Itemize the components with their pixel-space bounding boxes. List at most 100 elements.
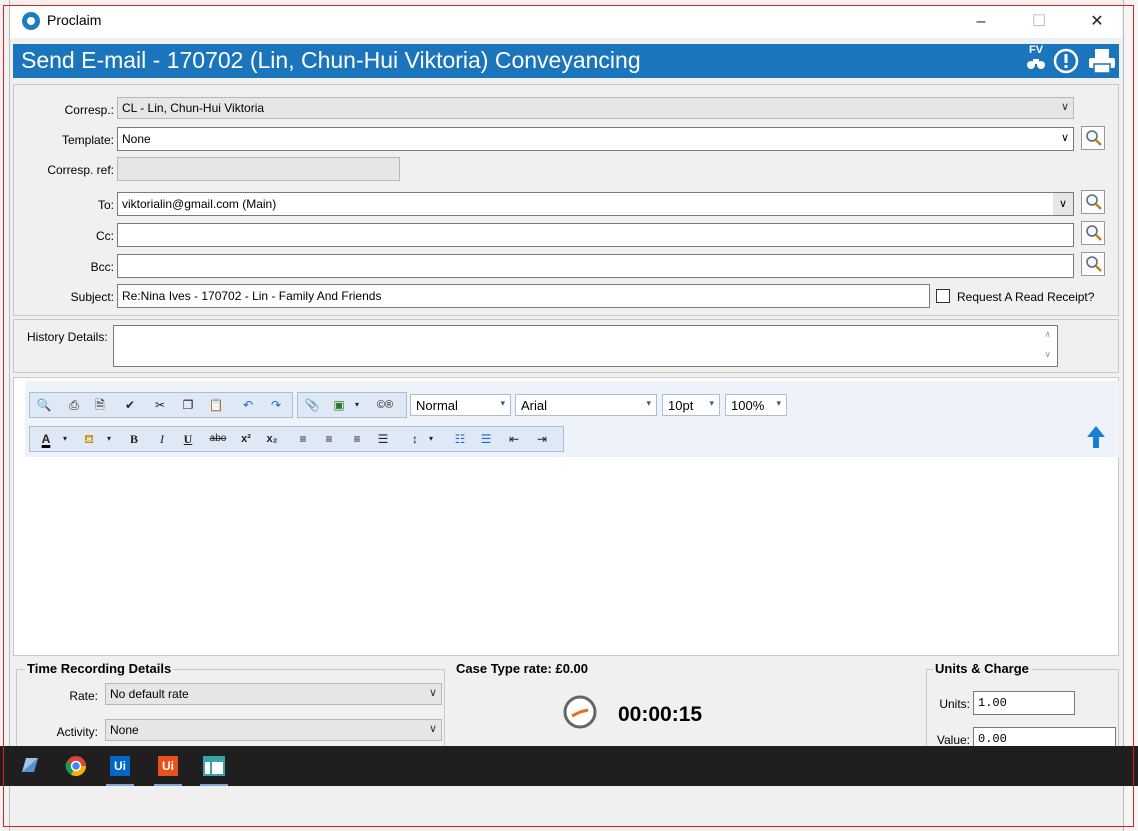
- paragraph-style-select[interactable]: Normal ▾: [410, 394, 511, 416]
- close-button[interactable]: ✕: [1074, 6, 1120, 38]
- editor-toolbar-group-1: 🔍 ⎙ 🗎 ✔ ✂ ❐ 📋 ↶ ↷: [29, 392, 293, 418]
- find-icon[interactable]: 🔍: [34, 396, 54, 414]
- underline-button[interactable]: U: [180, 430, 196, 448]
- zoom-select[interactable]: 100% ▾: [725, 394, 787, 416]
- font-size-select[interactable]: 10pt ▾: [662, 394, 720, 416]
- insert-image-icon[interactable]: ▣: [328, 396, 350, 414]
- activity-select[interactable]: None ∨: [105, 719, 442, 741]
- subscript-button[interactable]: x₂: [262, 430, 282, 448]
- chevron-down-icon: ▾: [646, 398, 651, 408]
- cc-field[interactable]: [117, 223, 1074, 247]
- rate-value: No default rate: [110, 687, 189, 701]
- value-label: Value:: [936, 733, 970, 747]
- history-details-field[interactable]: ∧ ∨: [113, 325, 1058, 367]
- chevron-down-icon: ▾: [776, 398, 781, 408]
- template-select[interactable]: None ∨: [117, 127, 1074, 151]
- align-right-icon[interactable]: ≡: [348, 430, 366, 448]
- italic-button[interactable]: I: [154, 430, 170, 448]
- increase-indent-icon[interactable]: ⇥: [532, 430, 552, 448]
- taskbar-app-uipath-robot[interactable]: Ui: [154, 752, 182, 786]
- magnifier-icon: [1086, 256, 1102, 272]
- background-app-left-edge: [0, 0, 9, 831]
- superscript-button[interactable]: x²: [236, 430, 256, 448]
- cc-search-button[interactable]: [1081, 221, 1105, 245]
- read-receipt-checkbox[interactable]: [936, 289, 950, 303]
- font-family-select[interactable]: Arial ▾: [515, 394, 657, 416]
- magnifier-icon: [1086, 194, 1102, 210]
- magnifier-icon: [1086, 130, 1102, 146]
- scroll-down-icon[interactable]: ∨: [1044, 349, 1051, 360]
- corresp-ref-field[interactable]: [117, 157, 400, 181]
- print-icon[interactable]: ⎙: [64, 396, 84, 414]
- cut-icon[interactable]: ✂: [150, 396, 170, 414]
- info-icon[interactable]: [1053, 48, 1079, 74]
- chevron-down-icon[interactable]: ▾: [352, 396, 362, 414]
- redo-icon[interactable]: ↷: [266, 396, 286, 414]
- arrow-up-icon[interactable]: [1085, 424, 1107, 450]
- cc-label: Cc:: [96, 229, 114, 243]
- chevron-down-icon: ▾: [500, 398, 505, 408]
- template-search-button[interactable]: [1081, 126, 1105, 150]
- template-label: Template:: [61, 133, 114, 147]
- timer-clock-icon[interactable]: [562, 694, 598, 730]
- chevron-down-icon: ∨: [428, 687, 437, 699]
- taskbar-app-uipath-studio[interactable]: Ui: [106, 752, 134, 786]
- paragraph-style-value: Normal: [416, 398, 458, 413]
- line-spacing-icon[interactable]: ↕: [406, 430, 424, 448]
- bcc-search-button[interactable]: [1081, 252, 1105, 276]
- taskbar-app-proclaim[interactable]: [200, 752, 228, 786]
- special-character-icon[interactable]: ©®: [372, 396, 398, 414]
- history-details-label: History Details:: [27, 330, 108, 344]
- chevron-down-icon[interactable]: ▾: [60, 430, 70, 448]
- background-app-right-edge: [1122, 0, 1138, 831]
- printer-icon[interactable]: [1087, 47, 1117, 75]
- active-indicator: [154, 784, 182, 786]
- undo-icon[interactable]: ↶: [238, 396, 258, 414]
- rate-label: Rate:: [69, 689, 98, 703]
- attachment-icon[interactable]: 📎: [304, 396, 320, 414]
- maximize-button[interactable]: ☐: [1016, 6, 1062, 38]
- bullet-list-icon[interactable]: ☰: [476, 430, 496, 448]
- print-preview-icon[interactable]: 🗎: [90, 396, 110, 414]
- font-color-icon[interactable]: A: [36, 430, 56, 448]
- fv-label: FV: [1028, 44, 1044, 56]
- chrome-icon: [65, 756, 86, 776]
- bold-button[interactable]: B: [126, 430, 142, 448]
- align-center-icon[interactable]: ≡: [320, 430, 338, 448]
- units-charge-title: Units & Charge: [933, 661, 1031, 676]
- corresp-value: CL - Lin, Chun-Hui Viktoria: [122, 101, 265, 115]
- scroll-up-icon[interactable]: ∧: [1044, 329, 1051, 340]
- highlight-color-icon[interactable]: ⛾: [78, 430, 100, 448]
- to-dropdown-button[interactable]: ∨: [1053, 193, 1073, 215]
- bcc-field[interactable]: [117, 254, 1074, 278]
- align-left-icon[interactable]: ≡: [294, 430, 312, 448]
- chevron-down-icon[interactable]: ▾: [104, 430, 114, 448]
- strikethrough-button[interactable]: abo: [206, 430, 230, 448]
- font-family-value: Arial: [521, 398, 548, 413]
- rate-select[interactable]: No default rate ∨: [105, 683, 442, 705]
- to-search-button[interactable]: [1081, 190, 1105, 214]
- fv-binoculars-button[interactable]: FV: [1025, 45, 1047, 73]
- windows-taskbar: Ui Ui: [0, 746, 1138, 786]
- template-value: None: [122, 132, 151, 146]
- window-title: Proclaim: [47, 12, 102, 28]
- chevron-down-icon: ∨: [428, 723, 437, 735]
- decrease-indent-icon[interactable]: ⇤: [504, 430, 524, 448]
- paste-icon[interactable]: 📋: [206, 396, 226, 414]
- copy-icon[interactable]: ❐: [178, 396, 198, 414]
- chevron-down-icon: ∨: [1060, 132, 1069, 144]
- corresp-label: Corresp.:: [64, 103, 114, 117]
- to-field[interactable]: viktorialin@gmail.com (Main) ∨: [117, 192, 1074, 216]
- subject-field[interactable]: Re:Nina Ives - 170702 - Lin - Family And…: [117, 284, 930, 308]
- minimize-button[interactable]: –: [958, 6, 1004, 38]
- taskbar-app-chrome[interactable]: [62, 752, 90, 780]
- corresp-select[interactable]: CL - Lin, Chun-Hui Viktoria ∨: [117, 97, 1074, 119]
- time-recording-title: Time Recording Details: [25, 661, 174, 676]
- numbered-list-icon[interactable]: ☷: [450, 430, 470, 448]
- align-justify-icon[interactable]: ☰: [374, 430, 392, 448]
- active-indicator: [106, 784, 134, 786]
- taskbar-app-notepad[interactable]: [16, 752, 44, 780]
- chevron-down-icon[interactable]: ▾: [426, 430, 436, 448]
- units-field[interactable]: 1.00: [973, 691, 1075, 715]
- spellcheck-icon[interactable]: ✔: [120, 396, 140, 414]
